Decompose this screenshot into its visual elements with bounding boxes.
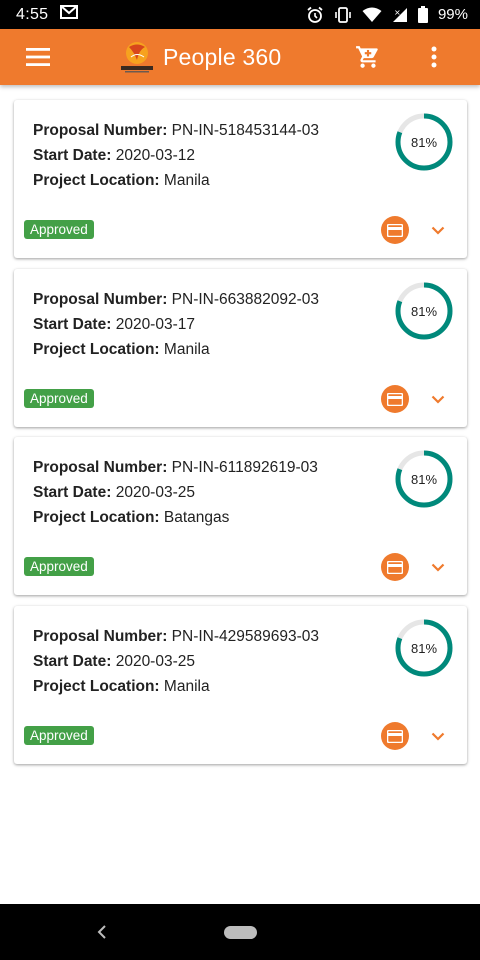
cart-icon <box>356 46 378 68</box>
gmail-icon <box>60 5 79 24</box>
project-location-value: Manila <box>163 678 210 695</box>
expand-button[interactable] <box>426 387 450 411</box>
signal-icon: × <box>392 7 408 23</box>
progress-percentage: 81% <box>410 640 438 656</box>
app-bar: People 360 <box>0 29 480 85</box>
payment-button[interactable] <box>381 553 409 581</box>
status-time: 4:55 <box>16 5 49 23</box>
proposal-number-row: Proposal Number: PN-IN-429589693-03 <box>33 628 319 646</box>
start-date-row: Start Date: 2020-03-12 <box>33 147 195 165</box>
project-location-label: Project Location: <box>33 509 160 526</box>
proposal-number-label: Proposal Number: <box>33 459 168 476</box>
chevron-down-icon <box>431 732 445 741</box>
payment-button[interactable] <box>381 216 409 244</box>
progress-percentage: 81% <box>410 134 438 150</box>
status-badge: Approved <box>24 726 94 745</box>
back-icon[interactable] <box>92 922 112 942</box>
start-date-label: Start Date: <box>33 147 112 164</box>
expand-button[interactable] <box>426 724 450 748</box>
proposal-number-row: Proposal Number: PN-IN-518453144-03 <box>33 122 319 140</box>
start-date-value: 2020-03-25 <box>115 484 195 501</box>
svg-text:×: × <box>394 8 401 17</box>
project-location-value: Batangas <box>163 509 230 526</box>
system-nav-bar <box>0 904 480 960</box>
expand-button[interactable] <box>426 555 450 579</box>
menu-button[interactable] <box>10 29 66 85</box>
start-date-label: Start Date: <box>33 653 112 670</box>
progress-ring: 81% <box>394 281 454 341</box>
start-date-value: 2020-03-12 <box>115 147 195 164</box>
proposal-card[interactable]: Proposal Number: PN-IN-663882092-03 Star… <box>14 269 467 427</box>
proposal-number-value: PN-IN-429589693-03 <box>171 628 320 645</box>
battery-icon <box>417 6 428 23</box>
battery-percentage: 99% <box>437 6 468 23</box>
proposal-card[interactable]: Proposal Number: PN-IN-429589693-03 Star… <box>14 606 467 764</box>
menu-icon <box>26 48 50 66</box>
progress-ring: 81% <box>394 449 454 509</box>
proposal-number-label: Proposal Number: <box>33 291 168 308</box>
more-options-button[interactable] <box>416 39 452 75</box>
chevron-down-icon <box>431 226 445 235</box>
cart-button[interactable] <box>350 39 386 75</box>
status-badge: Approved <box>24 389 94 408</box>
people360-logo <box>121 42 153 73</box>
progress-percentage: 81% <box>410 471 438 487</box>
project-location-label: Project Location: <box>33 172 160 189</box>
proposal-number-label: Proposal Number: <box>33 628 168 645</box>
chevron-down-icon <box>431 395 445 404</box>
start-date-row: Start Date: 2020-03-17 <box>33 316 195 334</box>
proposal-number-value: PN-IN-611892619-03 <box>171 459 318 476</box>
credit-card-icon <box>387 560 403 574</box>
app-brand: People 360 <box>119 40 281 74</box>
proposal-card[interactable]: Proposal Number: PN-IN-518453144-03 Star… <box>14 100 467 258</box>
credit-card-icon <box>387 223 403 237</box>
progress-ring: 81% <box>394 618 454 678</box>
app-title: People 360 <box>163 43 282 70</box>
project-location-label: Project Location: <box>33 341 160 358</box>
project-location-row: Project Location: Manila <box>33 172 210 190</box>
payment-button[interactable] <box>381 385 409 413</box>
more-vert-icon <box>431 46 437 68</box>
progress-percentage: 81% <box>410 303 438 319</box>
project-location-label: Project Location: <box>33 678 160 695</box>
proposal-number-label: Proposal Number: <box>33 122 168 139</box>
start-date-value: 2020-03-25 <box>115 653 195 670</box>
project-location-value: Manila <box>163 341 210 358</box>
project-location-row: Project Location: Batangas <box>33 509 229 527</box>
credit-card-icon <box>387 392 403 406</box>
project-location-value: Manila <box>163 172 210 189</box>
proposal-number-value: PN-IN-518453144-03 <box>171 122 320 139</box>
chevron-down-icon <box>431 563 445 572</box>
vibrate-icon <box>334 6 352 24</box>
start-date-value: 2020-03-17 <box>115 316 195 333</box>
alarm-icon <box>306 6 324 24</box>
status-bar: 4:55 × 99% <box>0 0 480 29</box>
start-date-label: Start Date: <box>33 316 112 333</box>
status-badge: Approved <box>24 557 94 576</box>
status-badge: Approved <box>24 220 94 239</box>
proposal-number-row: Proposal Number: PN-IN-663882092-03 <box>33 291 319 309</box>
payment-button[interactable] <box>381 722 409 750</box>
home-pill-button[interactable] <box>224 926 257 939</box>
start-date-row: Start Date: 2020-03-25 <box>33 653 195 671</box>
proposal-number-value: PN-IN-663882092-03 <box>171 291 320 308</box>
project-location-row: Project Location: Manila <box>33 678 210 696</box>
proposal-number-row: Proposal Number: PN-IN-611892619-03 <box>33 459 318 477</box>
progress-ring: 81% <box>394 112 454 172</box>
proposal-list: Proposal Number: PN-IN-518453144-03 Star… <box>0 85 480 904</box>
start-date-row: Start Date: 2020-03-25 <box>33 484 195 502</box>
project-location-row: Project Location: Manila <box>33 341 210 359</box>
credit-card-icon <box>387 729 403 743</box>
start-date-label: Start Date: <box>33 484 112 501</box>
expand-button[interactable] <box>426 218 450 242</box>
proposal-card[interactable]: Proposal Number: PN-IN-611892619-03 Star… <box>14 437 467 595</box>
wifi-icon <box>362 7 382 23</box>
